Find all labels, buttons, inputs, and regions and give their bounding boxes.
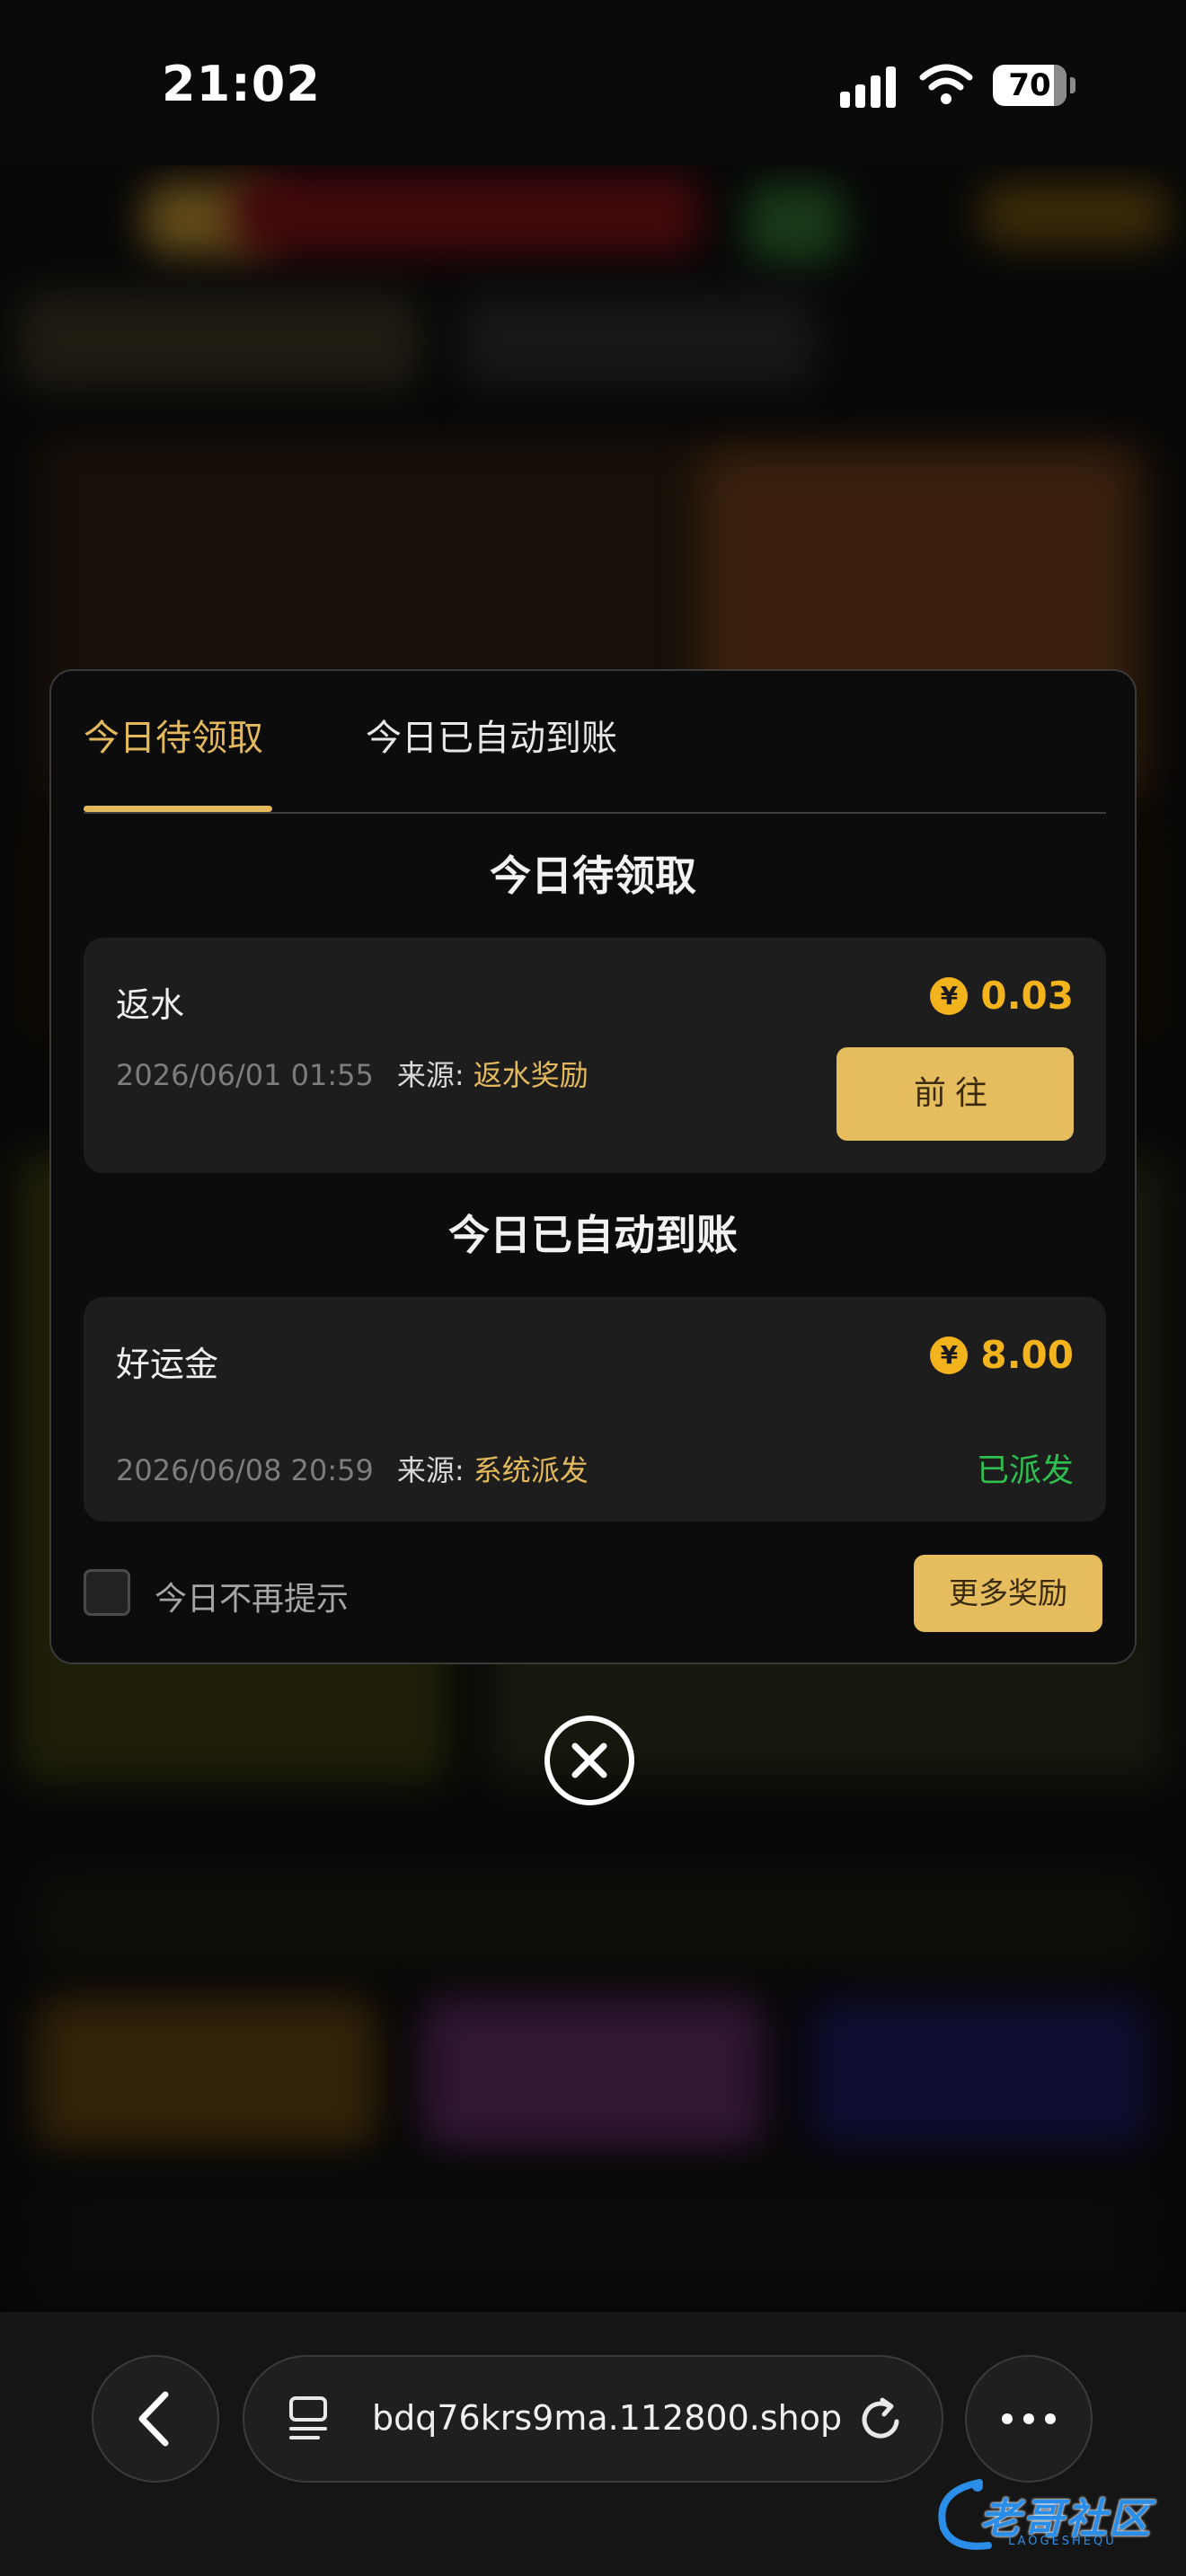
pending-reward-card: 返水 ¥ 0.03 2026/06/01 01:55 来源: 返水奖励 前往 bbox=[84, 938, 1106, 1173]
more-rewards-button[interactable]: 更多奖励 bbox=[914, 1555, 1102, 1632]
watermark-subtext: LAOGESHEQU bbox=[1008, 2535, 1117, 2548]
wifi-icon bbox=[919, 64, 973, 104]
battery-icon: 70 bbox=[993, 65, 1067, 106]
cellular-signal-icon bbox=[840, 66, 899, 108]
status-bar: 21:02 70 bbox=[0, 0, 1186, 165]
reward-amount: ¥ 8.00 bbox=[930, 1333, 1074, 1377]
watermark-logo: 老哥社区 LAOGESHEQU bbox=[925, 2468, 1177, 2558]
source-label: 来源: bbox=[396, 1453, 465, 1487]
credited-section-title: 今日已自动到账 bbox=[448, 1211, 738, 1259]
credited-reward-card: 好运金 ¥ 8.00 2026/06/08 20:59 来源: 系统派发 已派发 bbox=[84, 1297, 1106, 1522]
reward-date: 2026/06/08 20:59 bbox=[116, 1453, 374, 1487]
yen-coin-icon: ¥ bbox=[930, 976, 969, 1015]
tabs-icon bbox=[289, 2396, 327, 2439]
close-icon bbox=[571, 1742, 607, 1778]
rewards-modal: 今日待领取 今日已自动到账 今日待领取 返水 ¥ 0.03 2026/06/01… bbox=[49, 669, 1137, 1664]
source-value: 返水奖励 bbox=[473, 1058, 589, 1092]
go-button[interactable]: 前往 bbox=[836, 1047, 1074, 1141]
reward-name: 返水 bbox=[116, 985, 185, 1025]
close-modal-button[interactable] bbox=[544, 1716, 634, 1805]
status-time: 21:02 bbox=[162, 56, 321, 112]
yen-coin-icon: ¥ bbox=[930, 1336, 969, 1374]
tab-auto-credited[interactable]: 今日已自动到账 bbox=[366, 709, 617, 761]
tab-divider bbox=[84, 812, 1106, 814]
reward-name: 好运金 bbox=[116, 1345, 219, 1384]
amount-value: 0.03 bbox=[980, 974, 1074, 1018]
chevron-left-icon bbox=[138, 2391, 169, 2447]
battery-level: 70 bbox=[1008, 67, 1051, 103]
reward-amount: ¥ 0.03 bbox=[930, 974, 1074, 1018]
back-button[interactable] bbox=[92, 2355, 219, 2483]
pending-section-title: 今日待领取 bbox=[490, 851, 696, 900]
tab-bar: 今日待领取 今日已自动到账 bbox=[84, 709, 1106, 763]
more-menu-button[interactable] bbox=[965, 2355, 1093, 2483]
dont-show-today-label[interactable]: 今日不再提示 bbox=[155, 1573, 349, 1619]
active-tab-indicator bbox=[84, 806, 272, 812]
reward-date: 2026/06/01 01:55 bbox=[116, 1058, 374, 1092]
url-text: bdq76krs9ma.112800.shop bbox=[372, 2398, 843, 2438]
tab-pending[interactable]: 今日待领取 bbox=[84, 709, 263, 761]
dont-show-today-checkbox[interactable] bbox=[84, 1569, 130, 1616]
source-value: 系统派发 bbox=[473, 1453, 589, 1487]
battery-tip bbox=[1070, 77, 1075, 93]
more-dots-icon bbox=[1002, 2413, 1056, 2424]
reward-meta: 2026/06/08 20:59 来源: 系统派发 bbox=[116, 1448, 589, 1489]
amount-value: 8.00 bbox=[980, 1333, 1074, 1377]
reward-meta: 2026/06/01 01:55 来源: 返水奖励 bbox=[116, 1053, 589, 1094]
reload-icon[interactable] bbox=[855, 2393, 909, 2447]
source-label: 来源: bbox=[396, 1058, 465, 1092]
dispatched-status: 已派发 bbox=[976, 1452, 1074, 1489]
address-bar[interactable]: bdq76krs9ma.112800.shop bbox=[243, 2355, 943, 2483]
